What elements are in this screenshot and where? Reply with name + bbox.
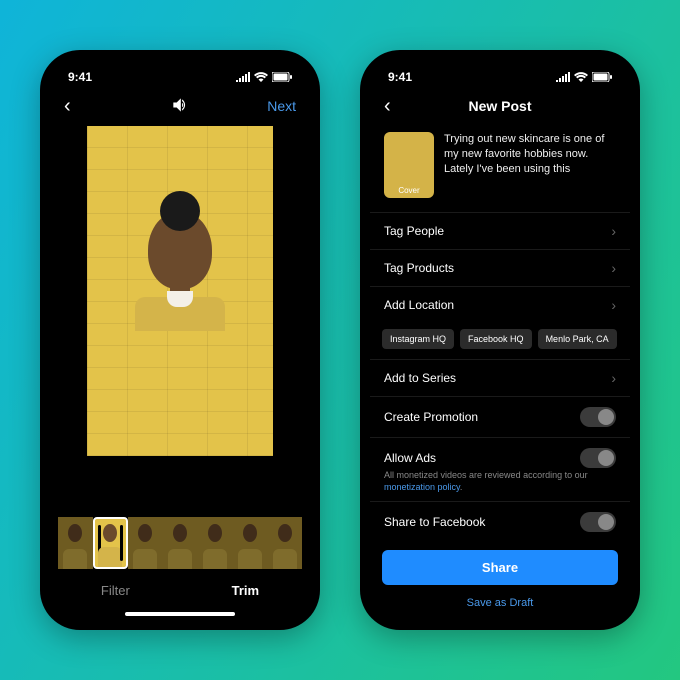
chevron-right-icon: › (611, 297, 616, 313)
row-label: Share to Facebook (384, 515, 485, 529)
share-button[interactable]: Share (382, 550, 618, 585)
phone-right: 9:41 ‹ New Post Cover Trying out new ski… (360, 50, 640, 630)
row-share-facebook: Share to Facebook (370, 501, 630, 542)
next-button[interactable]: Next (246, 98, 296, 114)
toggle-promotion[interactable] (580, 407, 616, 427)
chevron-left-icon: ‹ (384, 95, 391, 118)
monetization-policy-link[interactable]: monetization policy (384, 482, 460, 492)
chevron-right-icon: › (611, 223, 616, 239)
sound-toggle[interactable] (170, 95, 190, 118)
wifi-icon (574, 72, 588, 82)
cover-thumb[interactable]: Cover (384, 132, 434, 198)
video-preview[interactable] (87, 126, 273, 456)
status-icons (236, 72, 292, 82)
toggle-ads[interactable] (580, 448, 616, 468)
signal-icon (556, 72, 570, 82)
edit-tabs: Filter Trim (50, 569, 310, 606)
post-header: Cover Trying out new skincare is one of … (370, 124, 630, 212)
status-icons (556, 72, 612, 82)
notch (120, 50, 240, 72)
back-button[interactable]: ‹ (384, 95, 434, 118)
filmstrip-frame[interactable] (232, 517, 267, 569)
page-title: New Post (468, 98, 531, 114)
screen-newpost: 9:41 ‹ New Post Cover Trying out new ski… (370, 60, 630, 620)
save-draft-link[interactable]: Save as Draft (370, 589, 630, 611)
row-label: Tag Products (384, 261, 454, 275)
filmstrip-frame[interactable] (163, 517, 198, 569)
filmstrip-frame[interactable] (267, 517, 302, 569)
chevron-right-icon: › (611, 370, 616, 386)
row-label: Add Location (384, 298, 454, 312)
signal-icon (236, 72, 250, 82)
chevron-left-icon: ‹ (64, 95, 71, 118)
battery-icon (592, 72, 612, 82)
row-tag-products[interactable]: Tag Products › (370, 249, 630, 286)
row-label: Add to Series (384, 371, 456, 385)
row-create-promotion: Create Promotion (370, 396, 630, 437)
phone-left: 9:41 ‹ Next (40, 50, 320, 630)
caption-input[interactable]: Trying out new skincare is one of my new… (444, 132, 616, 198)
row-allow-ads: Allow Ads (370, 437, 630, 470)
row-label: Create Promotion (384, 410, 478, 424)
preview-person (135, 211, 225, 331)
location-chip[interactable]: Facebook HQ (460, 329, 532, 349)
tab-trim[interactable]: Trim (232, 583, 259, 598)
location-chip[interactable]: Instagram HQ (382, 329, 454, 349)
row-label: Tag People (384, 224, 444, 238)
filmstrip-frame[interactable] (198, 517, 233, 569)
home-indicator[interactable] (125, 612, 235, 616)
toggle-facebook[interactable] (580, 512, 616, 532)
speaker-icon (170, 95, 190, 115)
trim-filmstrip[interactable] (50, 507, 310, 569)
nav-bar-edit: ‹ Next (50, 88, 310, 124)
filmstrip-frame-selected[interactable] (93, 517, 128, 569)
row-label: Allow Ads (384, 451, 436, 465)
row-add-location[interactable]: Add Location › (370, 286, 630, 323)
tab-filter[interactable]: Filter (101, 583, 130, 598)
location-chip[interactable]: Menlo Park, CA (538, 329, 617, 349)
cover-label: Cover (398, 186, 419, 195)
screen-edit: 9:41 ‹ Next (50, 60, 310, 620)
ads-subtext: All monetized videos are reviewed accord… (370, 470, 630, 501)
wifi-icon (254, 72, 268, 82)
notch (440, 50, 560, 72)
status-time: 9:41 (388, 70, 412, 84)
back-button[interactable]: ‹ (64, 95, 114, 118)
row-add-series[interactable]: Add to Series › (370, 359, 630, 396)
battery-icon (272, 72, 292, 82)
nav-bar-post: ‹ New Post (370, 88, 630, 124)
filmstrip-frame[interactable] (128, 517, 163, 569)
chevron-right-icon: › (611, 260, 616, 276)
row-tag-people[interactable]: Tag People › (370, 212, 630, 249)
location-suggestions: Instagram HQ Facebook HQ Menlo Park, CA (370, 323, 630, 359)
filmstrip-frame[interactable] (58, 517, 93, 569)
status-time: 9:41 (68, 70, 92, 84)
